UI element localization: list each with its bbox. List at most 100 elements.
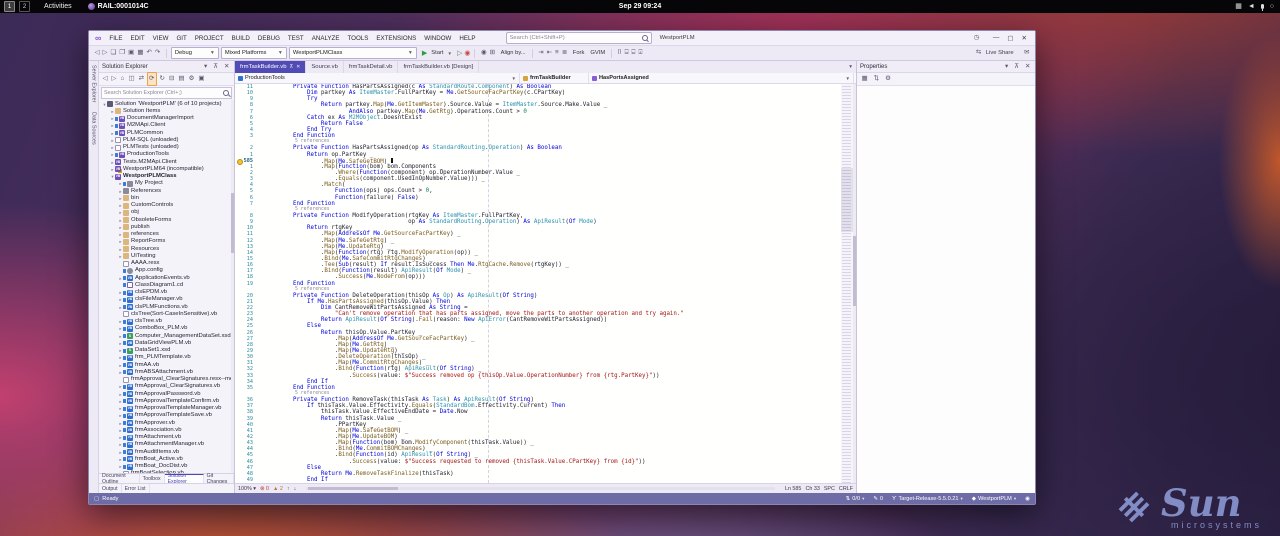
tree-item[interactable]: ▸obj [99,209,234,216]
clock[interactable]: Sep 29 09:24 [619,3,661,10]
se-show-all-files-icon[interactable]: ▤ [177,73,186,85]
new-project-icon[interactable]: ❏ [109,47,118,59]
se-preview-icon[interactable]: ▣ [197,73,206,85]
solution-explorer-search-box[interactable]: Search Solution Explorer (Ctrl+;) [101,87,232,99]
project-dropdown[interactable]: ProductionTools ▼ [235,73,520,83]
global-search-box[interactable]: Search (Ctrl+Shift+P) [506,32,652,44]
save-all-icon[interactable]: ▦ [136,47,145,59]
start-without-debugging-button[interactable]: ▷ [457,49,462,57]
tree-item[interactable]: ▸VBfrmAuditItems.vb [99,449,234,456]
menu-edit[interactable]: EDIT [127,35,149,42]
solution-explorer-header[interactable]: Solution Explorer ▾⊼✕ [99,61,234,73]
sync-status[interactable]: ⇅0/0▾ [846,496,865,502]
save-icon[interactable]: ▣ [127,47,136,59]
tree-item[interactable]: ▸UITesting [99,253,234,260]
se-sync-active-document-icon[interactable]: ⟳ [147,72,157,86]
se-pending-changes-icon[interactable]: ⇄ [137,73,145,85]
tree-item[interactable]: ▸VBWestportPLM64 (incompatible) [99,166,234,173]
panel-tab-error-list[interactable]: Error List [122,484,150,493]
tree-item[interactable]: ▸VBPLMCommon [99,130,234,137]
tree-item[interactable]: ▸VBM2MApi.Client [99,122,234,129]
tree-item[interactable]: ▾VBWestportPLMClass [99,173,234,180]
tree-item[interactable]: ▸VBfrmApproval_ClearSignatures.vb [99,383,234,390]
tree-item[interactable]: ▸SDataSet1.xsd [99,347,234,354]
tree-item[interactable]: ▾Solution 'WestportPLM' (6 of 10 project… [99,101,234,108]
panel-tab-solution-explorer[interactable]: Solution Explorer [165,474,204,483]
chevron-down-icon[interactable]: ▾ [203,61,209,73]
tree-item[interactable]: ▸CustomControls [99,202,234,209]
live-share-button[interactable]: Live Share [986,50,1014,56]
prev-issue-button[interactable]: ↑ [287,486,290,492]
tree-item[interactable]: ▸bin [99,195,234,202]
categorized-icon[interactable]: ▦ [860,73,869,85]
close-icon[interactable]: ✕ [1024,61,1032,73]
solution-tree-scrollbar[interactable] [231,100,234,473]
activities-button[interactable]: Activities [44,3,72,10]
warning-count[interactable]: ▲ 2 [273,486,283,492]
tree-item[interactable]: ▸VBclsEPDM.vb [99,289,234,296]
horizontal-scrollbar[interactable] [306,487,775,490]
background-tasks-icon[interactable]: ▢ [94,496,99,502]
document-tab[interactable]: frmTaskBuilder.vb⊼✕ [235,61,306,73]
panel-tab-document-outline[interactable]: Document Outline [99,474,140,483]
tree-item[interactable]: ▸VBfrmApprovalTemplateSave.vb [99,412,234,419]
tree-item[interactable]: ▸VBDataGridViewPLM.vb [99,340,234,347]
send-feedback-icon[interactable]: ✉ [1023,49,1031,56]
hot-reload-button[interactable]: ◉ [464,49,470,57]
tree-item[interactable]: App.config [99,267,234,274]
panel-tab-output[interactable]: Output [99,484,122,493]
tree-item[interactable]: ▸publish [99,224,234,231]
tree-item[interactable]: ▸VBDocumentManagerImport [99,115,234,122]
maximize-button[interactable]: ▢ [1003,34,1017,42]
menu-test[interactable]: TEST [284,35,308,42]
pending-edits[interactable]: ✎0 [873,496,883,502]
tree-item[interactable]: ▸VBclsPLMFunctions.vb [99,304,234,311]
tree-item[interactable]: ClassDiagram1.cd [99,282,234,289]
code-line[interactable]: 49 End If [235,477,856,483]
panel-tab-git-changes[interactable]: Git Changes [204,474,234,483]
tree-item[interactable]: ▸VBProductionTools [99,151,234,158]
tree-item[interactable]: ▸VBfrmBoat_DocDist.vb [99,463,234,470]
tree-item[interactable]: ▸PLM-SQL (unloaded) [99,137,234,144]
menu-window[interactable]: WINDOW [420,35,455,42]
startup-project-dropdown[interactable]: WestportPLMClass▼ [289,47,417,59]
menu-view[interactable]: VIEW [149,35,173,42]
focused-window-menu[interactable]: RAIL:0001014C [88,3,149,10]
tree-item[interactable]: ▸VBfrmAttachmentManager.vb [99,441,234,448]
tree-item[interactable]: ▸Resources [99,246,234,253]
tab-server-explorer[interactable]: Server Explorer [91,65,97,102]
start-debugging-button[interactable]: ▶ Start ▼ [419,48,455,59]
panel-tab-toolbox[interactable]: Toolbox [140,474,165,483]
next-bookmark-icon[interactable]: ⍈ [623,47,630,59]
se-back-icon[interactable]: ◁ [101,73,109,85]
tree-item[interactable]: ▸VBfrmAA.vb [99,362,234,369]
open-file-icon[interactable]: ❐ [118,47,127,59]
tree-item[interactable]: ▸VBfrmApprovalPassword.vb [99,391,234,398]
document-tab[interactable]: frmTaskDetail.vb [344,61,399,73]
breakpoints-icon[interactable]: ◉ [479,47,488,59]
git-branch[interactable]: ϒTarget-Release-5.5.0.21▾ [892,496,963,502]
menu-analyze[interactable]: ANALYZE [308,35,344,42]
close-icon[interactable]: ✕ [223,61,231,73]
menu-git[interactable]: GIT [172,35,190,42]
outdent-icon[interactable]: ⇤ [545,47,553,59]
menu-project[interactable]: PROJECT [191,35,228,42]
alphabetical-icon[interactable]: ⇅ [872,73,880,85]
error-count[interactable]: ⊗ 0 [260,486,269,492]
se-collapse-all-icon[interactable]: ⊟ [167,73,175,85]
tree-item[interactable]: ▸SComputer_ManagementDataSet.xsd [99,333,234,340]
tree-item[interactable]: AAAA.resx [99,260,234,267]
tree-item[interactable]: ▸VBComboBox_PLM.vb [99,325,234,332]
line-indicator[interactable]: Ln 585 [785,486,802,492]
se-home-icon[interactable]: ⌂ [119,73,126,85]
tree-item[interactable]: ▸VBApplicationEvents.vb [99,275,234,282]
line-ending-indicator[interactable]: CRLF [839,486,853,492]
tab-strip-options[interactable]: ▾ [845,61,856,73]
se-properties-icon[interactable]: ⚙ [187,73,196,85]
zoom-dropdown[interactable]: 100% ▾ [238,486,256,492]
redo-icon[interactable]: ↷ [153,47,161,59]
notifications-bell[interactable]: ◉ [1025,496,1030,502]
tree-item[interactable]: ▸My Project [99,180,234,187]
tree-item[interactable]: ▸PLMTests (unloaded) [99,144,234,151]
minimize-button[interactable]: — [989,34,1004,42]
